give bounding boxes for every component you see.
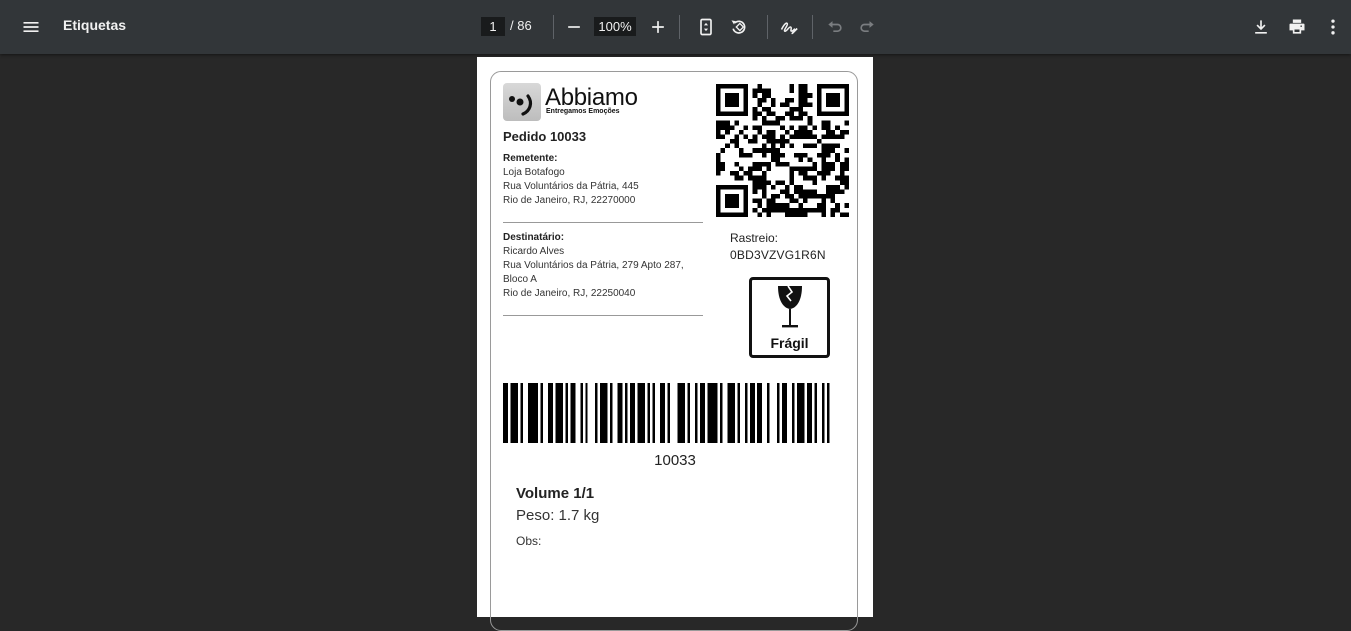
toolbar-divider	[679, 15, 680, 39]
plus-icon	[652, 21, 664, 33]
barcode-number: 10033	[654, 452, 696, 469]
page-total: / 86	[510, 18, 532, 33]
fragile-badge: Frágil	[749, 277, 830, 358]
sender-line: Loja Botafogo	[503, 167, 565, 178]
rotate-button[interactable]	[723, 11, 755, 43]
print-icon	[1289, 19, 1305, 34]
recipient-line: Ricardo Alves	[503, 246, 565, 257]
redo-button[interactable]	[851, 11, 883, 43]
more-vertical-icon	[1331, 19, 1335, 35]
recipient-label: Destinatário:	[503, 232, 565, 243]
smiley-icon	[509, 94, 533, 116]
print-button[interactable]	[1281, 11, 1313, 43]
undo-button[interactable]	[819, 11, 851, 43]
fit-page-icon	[700, 18, 712, 36]
zoom-in-button[interactable]	[642, 11, 674, 43]
section-divider	[503, 222, 703, 223]
pdf-toolbar: Etiquetas 1 / 86 100%	[0, 0, 1351, 54]
tracking-label: Rastreio:	[730, 231, 779, 245]
pdf-page: Abbiamo Entregamos Emoções Pedido 10033 …	[477, 57, 873, 631]
annotate-button[interactable]	[773, 11, 805, 43]
sender-line: Rua Voluntários da Pátria, 445	[503, 181, 639, 192]
minus-icon	[568, 26, 580, 28]
section-divider	[503, 315, 703, 316]
volume-info: Volume 1/1	[516, 485, 595, 502]
recipient-line: Rua Voluntários da Pátria, 279 Apto 287,	[503, 260, 684, 271]
rotate-icon	[731, 20, 746, 34]
document-title: Etiquetas	[63, 17, 127, 33]
brand-logo-icon	[503, 83, 541, 121]
recipient-address: Ricardo Alves Rua Voluntários da Pátria,…	[503, 245, 684, 301]
undo-icon	[828, 21, 842, 32]
fit-to-page-button[interactable]	[690, 11, 722, 43]
order-number: Pedido 10033	[503, 129, 587, 144]
recipient-line: Rio de Janeiro, RJ, 22250040	[503, 288, 636, 299]
barcode	[503, 383, 830, 443]
sender-address: Loja Botafogo Rua Voluntários da Pátria,…	[503, 166, 639, 208]
broken-glass-icon	[778, 285, 802, 328]
brand-tagline: Entregamos Emoções	[546, 108, 620, 115]
page-number-input[interactable]: 1	[481, 17, 505, 36]
sender-line: Rio de Janeiro, RJ, 22270000	[503, 195, 636, 206]
more-options-button[interactable]	[1317, 11, 1349, 43]
toolbar-divider	[767, 15, 768, 39]
menu-icon	[23, 22, 39, 32]
menu-button[interactable]	[15, 11, 47, 43]
redo-icon	[860, 21, 874, 32]
toolbar-divider	[812, 15, 813, 39]
qr-code	[716, 84, 849, 217]
recipient-line: Bloco A	[503, 274, 537, 285]
weight-info: Peso: 1.7 kg	[516, 507, 600, 524]
zoom-out-button[interactable]	[558, 11, 590, 43]
tracking-code: 0BD3VZVG1R6N	[730, 248, 826, 262]
observations-label: Obs:	[516, 534, 542, 548]
fragile-text: Frágil	[770, 335, 809, 351]
sender-label: Remetente:	[503, 153, 558, 164]
zoom-level-input[interactable]: 100%	[594, 17, 636, 36]
annotate-pen-icon	[780, 22, 798, 35]
toolbar-divider	[553, 15, 554, 39]
download-icon	[1255, 20, 1267, 34]
download-button[interactable]	[1245, 11, 1277, 43]
